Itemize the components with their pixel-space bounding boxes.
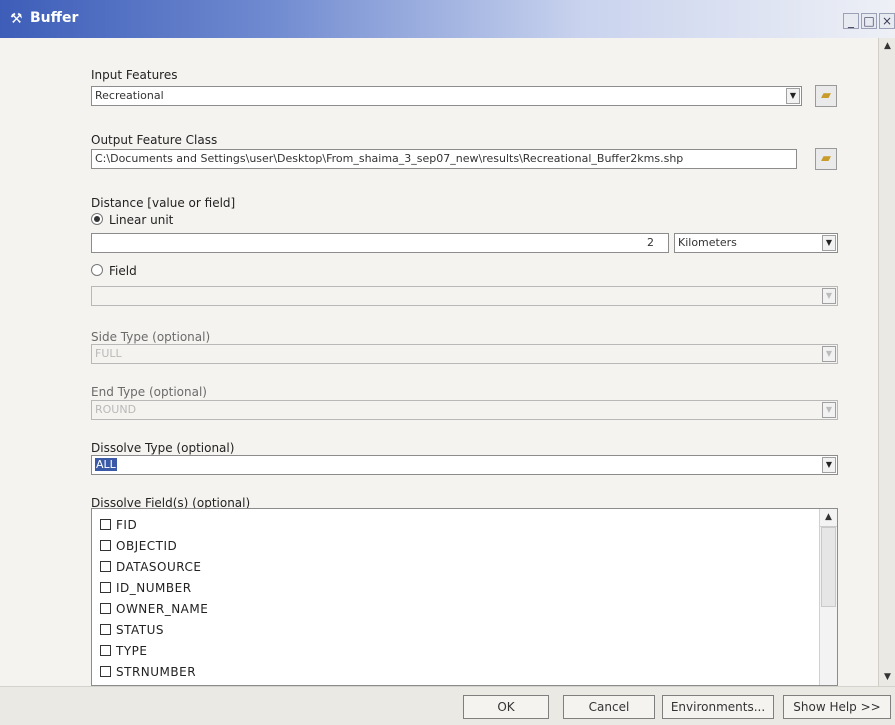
output-feature-class-input[interactable]: C:\Documents and Settings\user\Desktop\F… <box>91 149 797 169</box>
radio-unselected-icon <box>91 264 103 276</box>
minimize-button[interactable]: _ <box>843 13 859 29</box>
checkbox-icon[interactable] <box>100 582 111 593</box>
checkbox-icon[interactable] <box>100 666 111 677</box>
window-title: Buffer <box>30 10 79 26</box>
distance-label: Distance [value or field] <box>91 196 236 210</box>
scroll-down-arrow-icon[interactable]: ▼ <box>879 669 895 686</box>
button-bar: OK Cancel Environments... Show Help >> <box>0 686 895 725</box>
list-item-label: FID <box>116 518 138 532</box>
dissolve-type-value: ALL <box>95 458 117 471</box>
list-item-label: TYPE <box>116 644 148 658</box>
output-feature-class-value: C:\Documents and Settings\user\Desktop\F… <box>95 152 684 165</box>
checkbox-icon[interactable] <box>100 645 111 656</box>
checkbox-icon[interactable] <box>100 540 111 551</box>
distance-field-combobox[interactable]: ▼ <box>91 286 838 306</box>
linear-unit-radio[interactable]: Linear unit <box>91 213 173 227</box>
list-item[interactable]: DATASOURCE <box>100 557 201 577</box>
side-type-label: Side Type (optional) <box>91 330 211 344</box>
input-features-combobox[interactable]: Recreational ▼ <box>91 86 802 106</box>
list-scrollbar[interactable]: ▲ <box>819 509 837 685</box>
radio-selected-icon <box>91 213 103 225</box>
checkbox-icon[interactable] <box>100 603 111 614</box>
side-type-combobox[interactable]: FULL ▼ <box>91 344 838 364</box>
list-item-label: ID_NUMBER <box>116 581 192 595</box>
ok-button[interactable]: OK <box>463 695 549 719</box>
tool-icon: ⚒ <box>10 11 23 27</box>
linear-unit-value-input[interactable]: 2 <box>91 233 669 253</box>
dissolve-type-combobox[interactable]: ALL ▼ <box>91 455 838 475</box>
cancel-button[interactable]: Cancel <box>563 695 655 719</box>
scroll-up-arrow-icon[interactable]: ▲ <box>879 38 895 55</box>
checkbox-icon[interactable] <box>100 561 111 572</box>
show-help-button[interactable]: Show Help >> <box>783 695 891 719</box>
end-type-combobox[interactable]: ROUND ▼ <box>91 400 838 420</box>
checkbox-icon[interactable] <box>100 624 111 635</box>
dissolve-type-label: Dissolve Type (optional) <box>91 441 235 455</box>
input-features-value: Recreational <box>95 89 164 102</box>
scroll-thumb[interactable] <box>821 527 836 607</box>
chevron-down-icon[interactable]: ▼ <box>786 88 800 104</box>
field-radio[interactable]: Field <box>91 264 137 278</box>
maximize-button[interactable]: □ <box>861 13 877 29</box>
list-item[interactable]: FID <box>100 515 137 535</box>
title-bar[interactable]: ⚒ Buffer _ □ × <box>0 0 895 38</box>
chevron-down-icon[interactable]: ▼ <box>822 402 836 418</box>
list-item-label: OBJECTID <box>116 539 178 553</box>
list-item[interactable]: ID_NUMBER <box>100 578 192 598</box>
end-type-value: ROUND <box>95 403 137 416</box>
list-item-label: DATASOURCE <box>116 560 202 574</box>
linear-unit-label: Linear unit <box>109 213 174 227</box>
panel-scrollbar[interactable]: ▲ ▼ <box>878 38 895 686</box>
side-type-value: FULL <box>95 347 122 360</box>
linear-unit-value: 2 <box>647 236 654 249</box>
field-label: Field <box>109 264 137 278</box>
dissolve-fields-list[interactable]: FID OBJECTID DATASOURCE ID_NUMBER OWNER_… <box>91 508 838 686</box>
list-item-label: STATUS <box>116 623 165 637</box>
chevron-down-icon[interactable]: ▼ <box>822 235 836 251</box>
chevron-down-icon[interactable]: ▼ <box>822 288 836 304</box>
environments-button[interactable]: Environments... <box>662 695 774 719</box>
open-folder-icon[interactable]: ▰ <box>815 148 837 170</box>
list-item[interactable]: STATUS <box>100 620 164 640</box>
buffer-dialog: ⚒ Buffer _ □ × ▲ ▼ Input Features Recrea… <box>0 0 895 725</box>
list-item[interactable]: TYPE <box>100 641 147 661</box>
list-item[interactable]: STRNUMBER <box>100 662 196 682</box>
list-item[interactable]: OWNER_NAME <box>100 599 208 619</box>
unit-value: Kilometers <box>678 236 737 249</box>
scroll-up-arrow-icon[interactable]: ▲ <box>820 509 837 527</box>
chevron-down-icon[interactable]: ▼ <box>822 346 836 362</box>
open-folder-icon[interactable]: ▰ <box>815 85 837 107</box>
list-item-label: STRNUMBER <box>116 665 197 679</box>
list-item[interactable]: OBJECTID <box>100 536 177 556</box>
output-feature-class-label: Output Feature Class <box>91 133 218 147</box>
checkbox-icon[interactable] <box>100 519 111 530</box>
list-item-label: OWNER_NAME <box>116 602 209 616</box>
unit-combobox[interactable]: Kilometers ▼ <box>674 233 838 253</box>
input-features-label: Input Features <box>91 68 178 82</box>
chevron-down-icon[interactable]: ▼ <box>822 457 836 473</box>
close-button[interactable]: × <box>879 13 895 29</box>
end-type-label: End Type (optional) <box>91 385 207 399</box>
